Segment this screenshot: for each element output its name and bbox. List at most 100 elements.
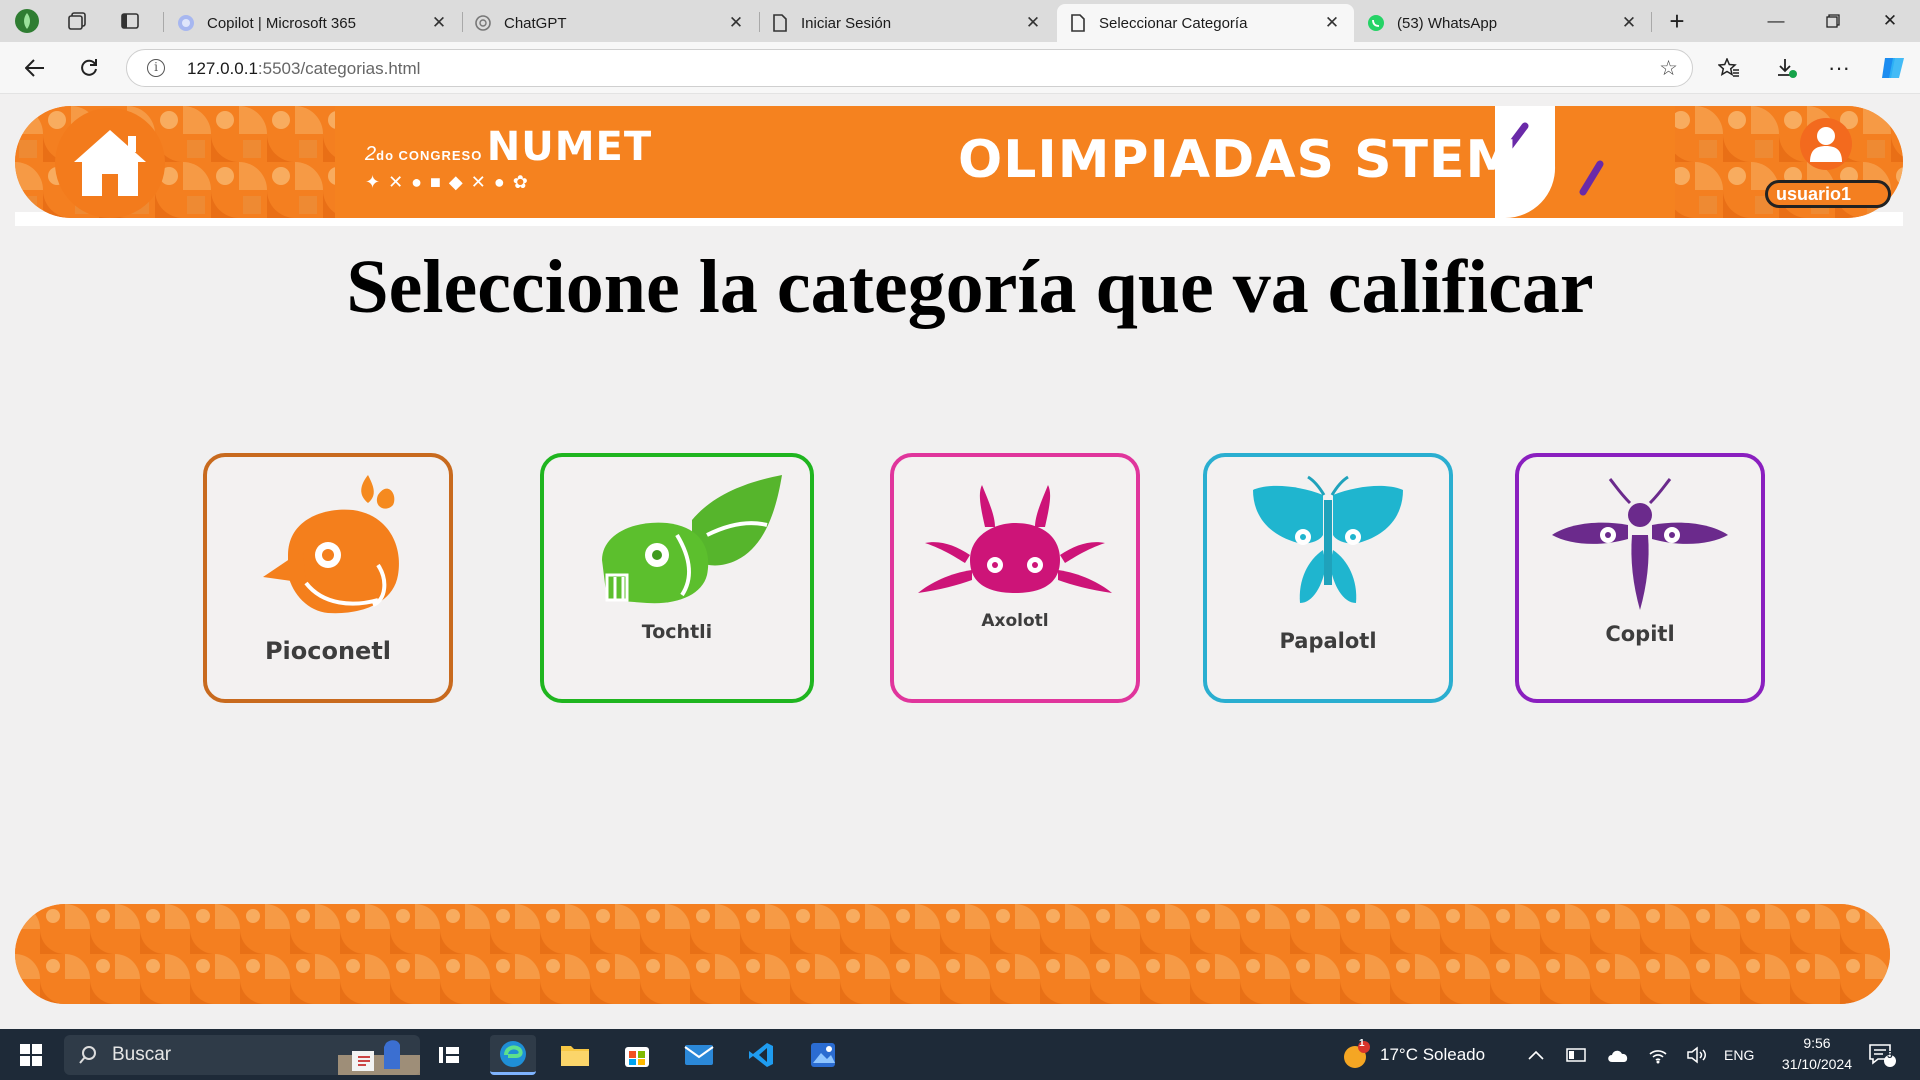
tab-whatsapp[interactable]: (53) WhatsApp ✕ xyxy=(1355,4,1651,42)
footer-banner xyxy=(15,904,1890,1004)
header-banner: 2do CONGRESO NUMET ✦✕●■◆✕●✿ OLIMPIADAS S… xyxy=(15,106,1903,218)
close-icon[interactable]: ✕ xyxy=(1619,13,1639,33)
task-view-button[interactable] xyxy=(426,1035,472,1075)
page-viewport: 2do CONGRESO NUMET ✦✕●■◆✕●✿ OLIMPIADAS S… xyxy=(0,94,1920,1029)
tab-seleccionar-categoria[interactable]: Seleccionar Categoría ✕ xyxy=(1057,4,1354,42)
search-icon xyxy=(79,1046,96,1064)
battery-icon xyxy=(1566,1047,1586,1062)
congress-glyphs: ✦✕●■◆✕●✿ xyxy=(365,172,536,192)
photos-icon xyxy=(811,1043,835,1067)
weather-text: 17°C Soleado xyxy=(1380,1044,1486,1064)
more-menu-icon[interactable]: ··· xyxy=(1822,51,1856,85)
taskbar-photos[interactable] xyxy=(800,1035,846,1075)
notification-count: 5 xyxy=(1887,1050,1893,1061)
congress-name: NUMET xyxy=(486,124,653,170)
wifi-tray[interactable] xyxy=(1648,1029,1668,1080)
notifications-button[interactable]: 5 xyxy=(1868,1029,1896,1080)
category-card-pioconetl[interactable]: Pioconetl xyxy=(203,453,453,703)
category-label: Axolotl xyxy=(981,611,1049,631)
search-highlight-icon xyxy=(338,1040,420,1075)
taskbar-vscode[interactable] xyxy=(738,1035,784,1075)
battery-tray[interactable] xyxy=(1566,1029,1588,1080)
bird-icon xyxy=(263,475,399,614)
minimize-button[interactable]: — xyxy=(1756,6,1796,36)
search-placeholder: Buscar xyxy=(112,1044,172,1065)
taskbar-store[interactable] xyxy=(614,1035,660,1075)
tab-iniciar-sesion[interactable]: Iniciar Sesión ✕ xyxy=(759,4,1055,42)
browser-toolbar: i 127.0.0.1:5503/categorias.html ☆ ··· xyxy=(0,42,1920,94)
start-button[interactable] xyxy=(8,1035,54,1075)
rabbit-icon xyxy=(602,475,782,604)
dragonfly-icon xyxy=(1552,478,1728,610)
whatsapp-icon xyxy=(1367,14,1385,32)
event-title: OLIMPIADAS STEM xyxy=(958,130,1519,190)
tab-chatgpt[interactable]: ChatGPT ✕ xyxy=(462,4,758,42)
category-label: Tochtli xyxy=(641,621,713,643)
taskbar: Buscar 1 17°C Soleado ENG 9:56 31/10/202… xyxy=(0,1029,1920,1080)
sun-icon xyxy=(1344,1040,1370,1068)
category-card-papalotl[interactable]: Papalotl xyxy=(1203,453,1453,703)
tab-actions-icon[interactable] xyxy=(115,6,145,36)
page-title: Seleccione la categoría que va calificar xyxy=(346,245,1594,329)
favorites-icon[interactable] xyxy=(1712,51,1746,85)
page-icon xyxy=(1069,14,1087,32)
taskbar-file-explorer[interactable] xyxy=(552,1035,598,1075)
category-card-tochtli[interactable]: Tochtli xyxy=(540,453,814,703)
workspaces-icon[interactable] xyxy=(62,6,92,36)
close-icon[interactable]: ✕ xyxy=(429,13,449,33)
taskbar-search[interactable]: Buscar xyxy=(64,1035,420,1075)
favorite-star-icon[interactable]: ☆ xyxy=(1659,56,1678,81)
taskbar-clock[interactable]: 9:56 31/10/2024 xyxy=(1782,1033,1852,1075)
volume-tray[interactable] xyxy=(1686,1029,1708,1080)
url-host: 127.0.0.1 xyxy=(187,59,258,78)
clock-date: 31/10/2024 xyxy=(1781,1056,1852,1072)
tab-label: (53) WhatsApp xyxy=(1397,14,1498,32)
new-tab-button[interactable]: + xyxy=(1657,6,1697,36)
copilot-sidebar-icon[interactable] xyxy=(1876,51,1910,85)
chevron-up-icon xyxy=(1528,1050,1544,1060)
edge-icon xyxy=(500,1040,526,1067)
close-icon[interactable]: ✕ xyxy=(1023,13,1043,33)
home-button[interactable] xyxy=(55,108,165,218)
butterfly-icon xyxy=(1253,475,1403,603)
downloads-icon[interactable] xyxy=(1770,51,1804,85)
close-icon[interactable]: ✕ xyxy=(726,13,746,33)
user-avatar[interactable] xyxy=(1800,118,1852,170)
copilot-icon xyxy=(177,14,195,32)
weather-badge: 1 xyxy=(1359,1038,1365,1049)
footer-pattern xyxy=(15,904,1890,1004)
close-window-button[interactable]: ✕ xyxy=(1870,6,1910,36)
restore-button[interactable] xyxy=(1813,6,1853,36)
onedrive-tray[interactable] xyxy=(1606,1029,1630,1080)
site-info-icon[interactable]: i xyxy=(147,59,165,77)
back-button[interactable] xyxy=(18,51,52,85)
speaker-icon xyxy=(1687,1045,1706,1064)
congress-ordinal: 2 xyxy=(365,143,377,165)
page-icon xyxy=(771,14,789,32)
language-indicator[interactable]: ENG xyxy=(1724,1029,1754,1080)
congress-word: CONGRESO xyxy=(398,148,483,163)
folder-icon xyxy=(561,1046,589,1066)
tab-copilot[interactable]: Copilot | Microsoft 365 ✕ xyxy=(165,4,461,42)
windows-icon xyxy=(20,1044,42,1066)
username-badge[interactable]: usuario1 xyxy=(1765,180,1891,208)
mail-icon xyxy=(684,1045,714,1065)
taskbar-edge[interactable] xyxy=(490,1035,536,1075)
category-card-copitl[interactable]: Copitl xyxy=(1515,453,1765,703)
store-icon xyxy=(625,1047,649,1067)
address-bar[interactable]: i 127.0.0.1:5503/categorias.html ☆ xyxy=(126,49,1693,87)
congress-ordinal-suffix: do xyxy=(376,148,395,163)
category-card-axolotl[interactable]: Axolotl xyxy=(890,453,1140,703)
reload-button[interactable] xyxy=(72,51,106,85)
profile-icon[interactable] xyxy=(12,6,42,36)
vscode-icon xyxy=(749,1043,773,1067)
show-hidden-icons[interactable] xyxy=(1528,1029,1544,1080)
browser-tab-bar: Copilot | Microsoft 365 ✕ ChatGPT ✕ Inic… xyxy=(0,0,1920,42)
close-icon[interactable]: ✕ xyxy=(1322,13,1342,33)
tab-label: Copilot | Microsoft 365 xyxy=(207,14,356,32)
taskbar-mail[interactable] xyxy=(676,1035,722,1075)
category-label: Papalotl xyxy=(1279,629,1377,653)
tab-label: Seleccionar Categoría xyxy=(1099,14,1248,32)
url-text[interactable]: 127.0.0.1:5503/categorias.html xyxy=(187,59,420,79)
weather-widget[interactable]: 1 17°C Soleado xyxy=(1342,1029,1485,1080)
